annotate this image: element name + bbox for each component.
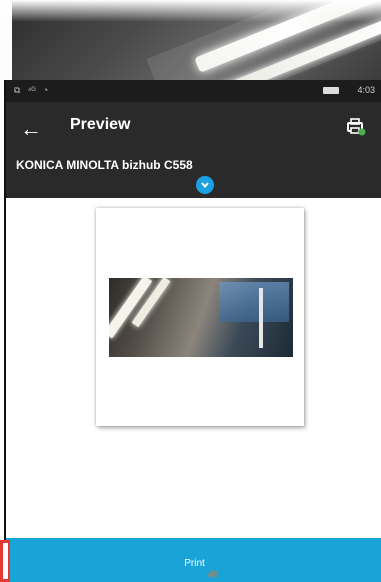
back-button[interactable]: ← [16, 114, 46, 144]
status-icons: ⧉ ⁴ᴳ ◔ [14, 85, 48, 96]
photo-pillar [259, 288, 263, 348]
status-time: 4:03 [357, 85, 375, 95]
wifi-icon: ◔ [42, 85, 49, 95]
print-button[interactable]: Print [6, 538, 381, 582]
print-settings-icon [347, 117, 366, 135]
highlight-marker [0, 540, 10, 582]
phone-screen: ⧉ ⁴ᴳ ◔ 4:03 ← Preview KONICA MINOLTA biz… [4, 80, 381, 582]
preview-page[interactable] [96, 208, 304, 426]
expand-printer-button[interactable] [196, 176, 214, 194]
sim-icon: ⧉ [14, 85, 21, 95]
battery-icon [323, 87, 339, 94]
chevron-down-icon [201, 182, 209, 189]
printer-name: KONICA MINOLTA bizhub C558 [16, 158, 193, 172]
status-bar: ⧉ ⁴ᴳ ◔ 4:03 [6, 80, 381, 102]
photo-thumbnail [109, 278, 293, 357]
background-ceiling-photo [0, 0, 381, 88]
signal-icon: ⁴ᴳ [27, 85, 36, 95]
hand-pointer-icon [206, 570, 218, 578]
arrow-left-icon: ← [20, 116, 42, 141]
print-label: Print [184, 557, 205, 569]
page-title: Preview [70, 116, 131, 133]
screen: ⧉ ⁴ᴳ ◔ 4:03 ← Preview KONICA MINOLTA biz… [0, 0, 381, 582]
print-settings-button[interactable] [343, 114, 369, 140]
app-bar: ← Preview KONICA MINOLTA bizhub C558 [6, 102, 381, 198]
background-glare [0, 0, 381, 22]
preview-area [6, 198, 381, 538]
print-bar: Print [6, 538, 381, 582]
photo-window [219, 282, 289, 322]
